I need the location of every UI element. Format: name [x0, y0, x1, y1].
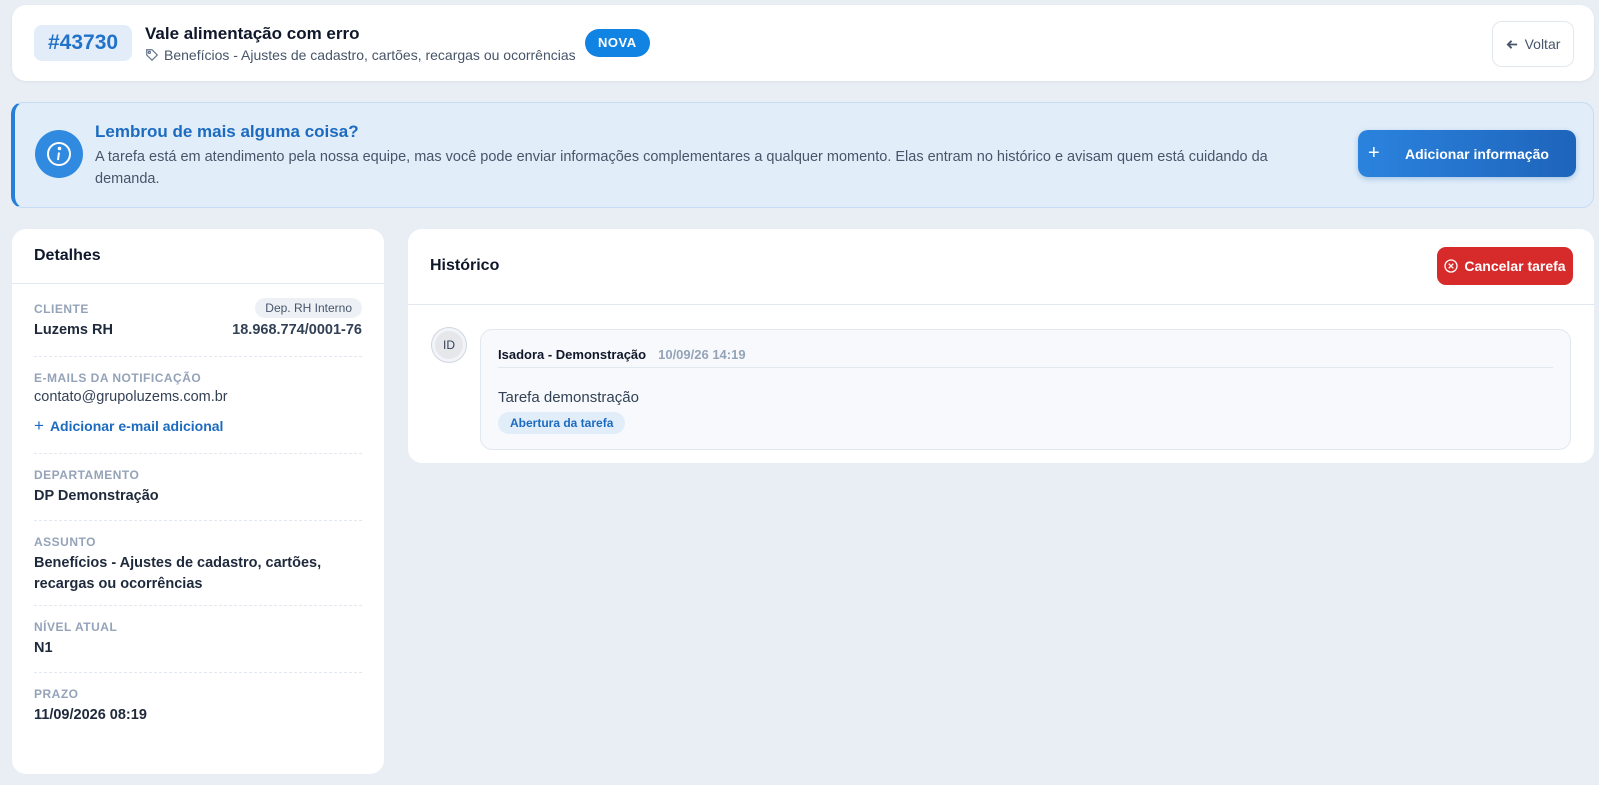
divider [34, 605, 362, 606]
divider [34, 672, 362, 673]
x-circle-icon [1444, 259, 1459, 273]
arrow-left-icon [1506, 39, 1517, 49]
history-panel: Histórico Cancelar tarefa ID Isadora - D… [408, 229, 1594, 463]
page-title: Vale alimentação com erro [145, 24, 360, 43]
subject-value: Benefícios - Ajustes de cadastro, cartõe… [34, 555, 322, 592]
history-header: Histórico Cancelar tarefa [408, 229, 1594, 305]
details-panel: Detalhes CLIENTE Dep. RH Interno Luzems … [12, 229, 384, 774]
avatar: ID [432, 328, 466, 362]
subject-label: ASSUNTO [34, 535, 96, 549]
divider [34, 453, 362, 454]
department-value: DP Demonstração [34, 488, 159, 504]
emails-label: E-MAILS DA NOTIFICAÇÃO [34, 371, 202, 385]
notification-email: contato@grupoluzems.com.br [34, 389, 228, 405]
plus-icon: + [34, 416, 44, 435]
tag-icon [146, 49, 159, 62]
subject-field: ASSUNTO Benefícios - Ajustes de cadastro… [34, 535, 362, 595]
history-title: Histórico [430, 257, 500, 274]
plus-icon: + [1368, 142, 1380, 164]
entry-text: Tarefa demonstração [498, 389, 639, 406]
details-title: Detalhes [12, 229, 384, 284]
ticket-header: #43730 Vale alimentação com erro Benefíc… [12, 5, 1594, 81]
history-entry: Isadora - Demonstração 10/09/26 14:19 Ta… [480, 329, 1571, 450]
level-label: NÍVEL ATUAL [34, 620, 118, 634]
deadline-value: 11/09/2026 08:19 [34, 707, 147, 723]
ticket-id: #43730 [34, 25, 133, 61]
entry-timestamp: 10/09/26 14:19 [658, 347, 746, 362]
cancel-task-button[interactable]: Cancelar tarefa [1437, 247, 1573, 285]
client-field: CLIENTE Dep. RH Interno Luzems RH 18.968… [34, 298, 362, 341]
department-field: DEPARTAMENTO DP Demonstração [34, 468, 362, 507]
entry-tag: Abertura da tarefa [498, 412, 626, 434]
cancel-task-label: Cancelar tarefa [1464, 258, 1566, 274]
client-label: CLIENTE [34, 302, 89, 316]
back-button[interactable]: Voltar [1492, 21, 1574, 67]
status-badge: NOVA [585, 29, 650, 57]
entry-author: Isadora - Demonstração [498, 347, 647, 362]
divider [34, 520, 362, 521]
deadline-label: PRAZO [34, 687, 79, 701]
level-field: NÍVEL ATUAL N1 [34, 620, 362, 659]
ticket-subject-text: Benefícios - Ajustes de cadastro, cartõe… [164, 47, 576, 63]
emails-field: E-MAILS DA NOTIFICAÇÃO contato@grupoluze… [34, 371, 362, 436]
info-icon [35, 130, 83, 178]
banner-text: A tarefa está em atendimento pela nossa … [95, 149, 1268, 187]
add-email-link[interactable]: + Adicionar e-mail adicional [34, 416, 362, 436]
add-information-button[interactable]: + Adicionar informação [1358, 130, 1576, 177]
info-banner: Lembrou de mais alguma coisa? A tarefa e… [11, 102, 1594, 208]
entry-meta: Isadora - Demonstração 10/09/26 14:19 [498, 342, 1553, 368]
divider [34, 356, 362, 357]
add-information-label: Adicionar informação [1405, 145, 1549, 162]
client-cnpj: 18.968.774/0001-76 [232, 322, 362, 338]
department-label: DEPARTAMENTO [34, 468, 140, 482]
banner-title: Lembrou de mais alguma coisa? [95, 122, 359, 141]
add-email-label: Adicionar e-mail adicional [49, 418, 224, 434]
client-name: Luzems RH [34, 322, 113, 338]
client-department-badge: Dep. RH Interno [255, 298, 362, 318]
back-button-label: Voltar [1524, 36, 1561, 52]
ticket-subject: Benefícios - Ajustes de cadastro, cartõe… [145, 47, 576, 63]
level-value: N1 [34, 640, 53, 656]
deadline-field: PRAZO 11/09/2026 08:19 [34, 687, 362, 726]
